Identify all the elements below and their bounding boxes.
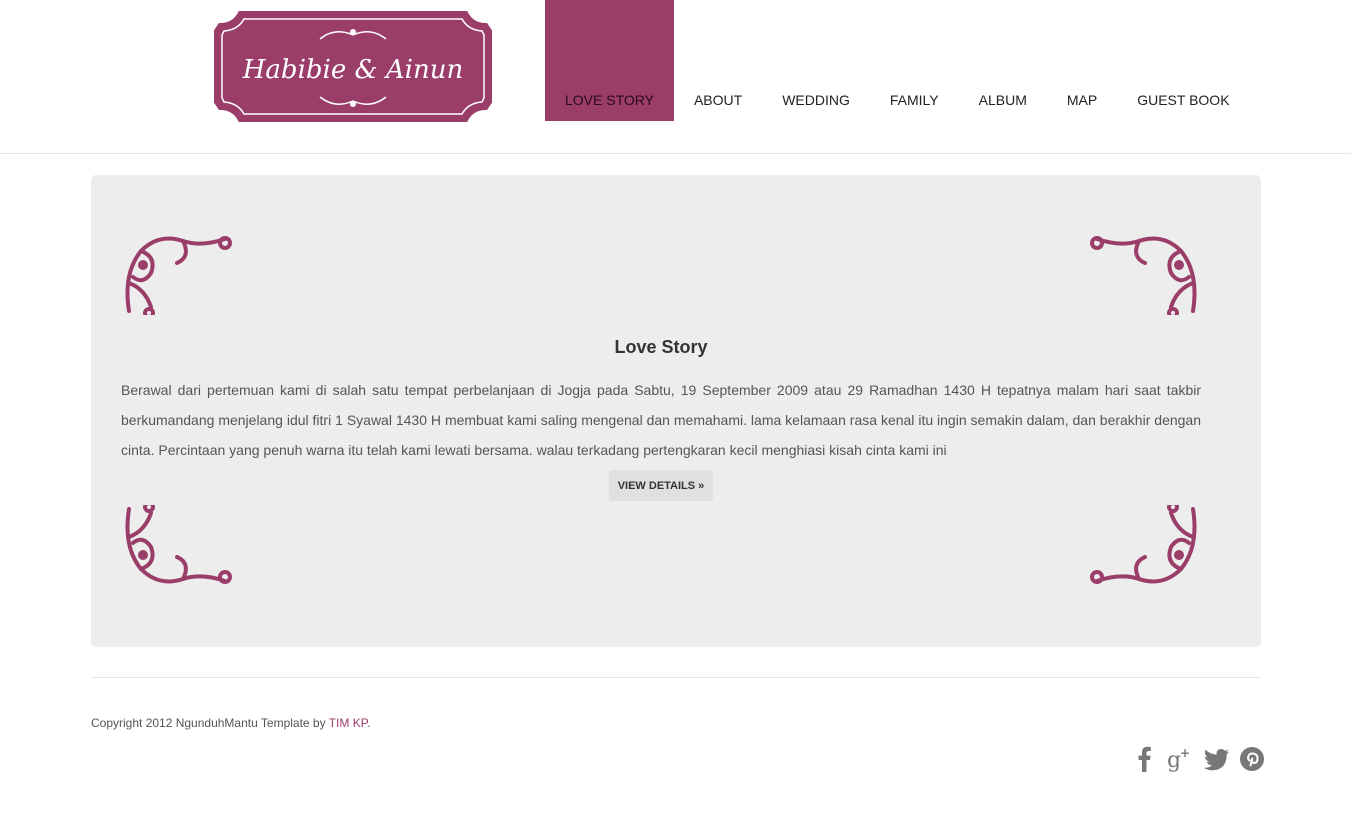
copyright-text: Copyright 2012 NgunduhMantu Template by … — [91, 716, 371, 730]
story-text: Berawal dari pertemuan kami di salah sat… — [121, 382, 1201, 458]
flourish-ornament-bottom-right — [1090, 505, 1197, 584]
svg-text:g: g — [1167, 748, 1181, 773]
logo-text: Habibie & Ainun — [242, 55, 463, 85]
nav-item-love-story[interactable]: LOVE STORY — [545, 0, 674, 121]
view-details-button[interactable]: VIEW DETAILS » — [609, 470, 713, 501]
footer-divider — [91, 677, 1261, 678]
twitter-icon[interactable] — [1202, 744, 1230, 774]
facebook-icon[interactable] — [1130, 744, 1158, 774]
nav-item-guest-book[interactable]: GUEST BOOK — [1117, 0, 1249, 121]
nav-item-map[interactable]: MAP — [1047, 0, 1117, 121]
nav-item-album[interactable]: ALBUM — [959, 0, 1047, 121]
flourish-ornament-top-left — [125, 236, 232, 315]
author-link[interactable]: TIM KP — [329, 716, 367, 730]
site-logo[interactable]: Habibie & Ainun — [210, 5, 496, 128]
flourish-ornament-bottom-left — [125, 505, 232, 584]
main-nav: LOVE STORY ABOUT WEDDING FAMILY ALBUM MA… — [545, 0, 1250, 121]
nav-item-wedding[interactable]: WEDDING — [762, 0, 870, 121]
nav-item-about[interactable]: ABOUT — [674, 0, 762, 121]
flourish-ornament-top-right — [1090, 236, 1197, 315]
svg-text:+: + — [1180, 746, 1190, 760]
nav-item-family[interactable]: FAMILY — [870, 0, 959, 121]
copyright-suffix: . — [367, 716, 371, 730]
site-header: Habibie & Ainun LOVE STORY ABOUT WEDDING… — [0, 0, 1351, 154]
section-title: Love Story — [614, 337, 708, 357]
love-story-panel: Love Story Berawal dari pertemuan kami d… — [91, 175, 1261, 647]
pinterest-icon[interactable] — [1238, 744, 1266, 774]
copyright-prefix: Copyright 2012 NgunduhMantu Template by — [91, 716, 329, 730]
social-links: g + — [1130, 744, 1266, 774]
google-plus-icon[interactable]: g + — [1166, 744, 1194, 774]
